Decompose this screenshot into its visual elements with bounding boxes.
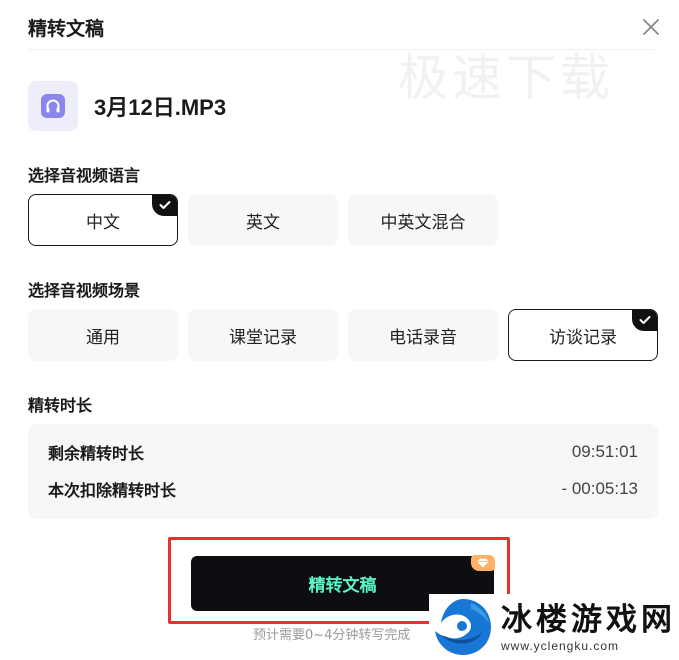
transcribe-dialog: 极速下载 精转文稿 3月12日.MP3 选择音视频语言 中文 英文 中英文混合 … (0, 0, 679, 660)
duration-panel: 剩余精转时长 09:51:01 本次扣除精转时长 - 00:05:13 (28, 424, 658, 519)
check-icon (639, 316, 651, 324)
file-info: 3月12日.MP3 (28, 80, 226, 132)
deduct-duration-value: - 00:05:13 (561, 479, 638, 498)
language-option-mixed[interactable]: 中英文混合 (348, 194, 498, 246)
close-icon (643, 19, 659, 35)
vip-badge (471, 555, 495, 571)
check-icon (159, 201, 171, 209)
remaining-duration-label: 剩余精转时长 (48, 444, 145, 463)
option-label: 中英文混合 (380, 212, 466, 233)
language-option-chinese[interactable]: 中文 (28, 194, 178, 246)
option-label: 中文 (86, 212, 120, 233)
option-label: 电话录音 (389, 327, 457, 348)
header-divider (28, 49, 654, 50)
deduct-duration-row: 本次扣除精转时长 - 00:05:13 (48, 476, 638, 502)
remaining-duration-value: 09:51:01 (571, 442, 638, 461)
language-label: 选择音视频语言 (28, 166, 141, 185)
option-label: 通用 (86, 327, 120, 348)
dialog-header: 精转文稿 (28, 12, 668, 52)
selected-check-badge (632, 310, 657, 331)
file-name: 3月12日.MP3 (94, 95, 227, 120)
duration-label: 精转时长 (28, 396, 93, 415)
option-label: 访谈记录 (549, 327, 617, 348)
site-url: www.yclengku.com (501, 639, 620, 653)
scene-option-phone-call[interactable]: 电话录音 (348, 309, 498, 361)
language-option-english[interactable]: 英文 (188, 194, 338, 246)
remaining-duration-row: 剩余精转时长 09:51:01 (48, 439, 638, 465)
option-label: 课堂记录 (229, 327, 297, 348)
site-logo-icon (435, 599, 491, 655)
site-watermark: 冰楼游戏网 www.yclengku.com (429, 594, 679, 660)
dialog-title: 精转文稿 (28, 18, 105, 40)
site-name: 冰楼游戏网 (501, 602, 676, 638)
headphones-icon (41, 94, 65, 118)
estimate-text: 预计需要0~4分钟转写完成 (253, 628, 411, 643)
site-text: 冰楼游戏网 www.yclengku.com (501, 601, 676, 653)
deduct-duration-label: 本次扣除精转时长 (48, 481, 177, 500)
language-options: 中文 英文 中英文混合 (28, 194, 498, 246)
close-button[interactable] (636, 12, 666, 42)
scene-options: 通用 课堂记录 电话录音 访谈记录 (28, 309, 658, 361)
scene-option-interview[interactable]: 访谈记录 (508, 309, 658, 361)
selected-check-badge (152, 195, 177, 216)
scene-option-general[interactable]: 通用 (28, 309, 178, 361)
scene-option-classroom[interactable]: 课堂记录 (188, 309, 338, 361)
diamond-icon (477, 558, 489, 568)
option-label: 英文 (246, 212, 280, 233)
file-icon-box (28, 81, 78, 131)
scene-label: 选择音视频场景 (28, 281, 141, 300)
